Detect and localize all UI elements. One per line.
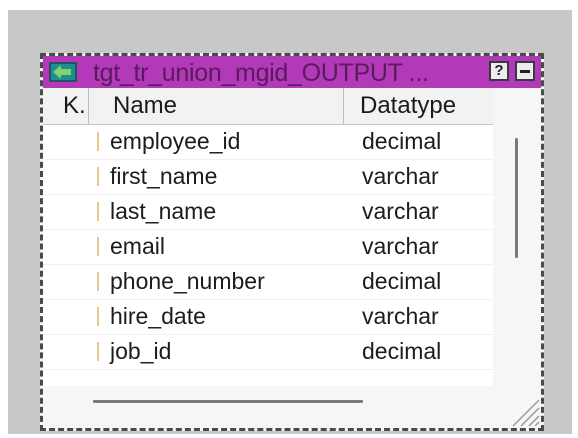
table-row[interactable]: job_id decimal xyxy=(43,334,493,370)
table-row[interactable]: last_name varchar xyxy=(43,194,493,230)
port-name: first_name xyxy=(110,163,218,189)
minimize-icon xyxy=(520,70,530,73)
port-name: job_id xyxy=(110,338,172,364)
widget-title-bar[interactable]: tgt_tr_union_mgid_OUTPUT ... ? xyxy=(43,56,541,88)
key-marker xyxy=(97,132,99,151)
table-row[interactable]: hire_date varchar xyxy=(43,299,493,335)
table-row[interactable]: phone_number decimal xyxy=(43,264,493,300)
key-marker xyxy=(97,307,99,326)
column-header-name[interactable]: Name xyxy=(89,88,344,124)
port-datatype: varchar xyxy=(362,233,439,259)
port-name: hire_date xyxy=(110,303,206,329)
port-name: phone_number xyxy=(110,268,265,294)
transformation-widget[interactable]: tgt_tr_union_mgid_OUTPUT ... ? K. Name D… xyxy=(40,53,544,431)
port-datatype: varchar xyxy=(362,303,439,329)
minimize-button[interactable] xyxy=(515,61,535,81)
port-datatype: decimal xyxy=(362,268,442,294)
table-row[interactable]: email varchar xyxy=(43,229,493,265)
widget-title: tgt_tr_union_mgid_OUTPUT ... xyxy=(93,59,429,87)
key-marker xyxy=(97,342,99,361)
vertical-scroll-thumb[interactable] xyxy=(515,138,518,258)
resize-grip-icon[interactable] xyxy=(505,392,541,428)
table-row[interactable]: employee_id decimal xyxy=(43,124,493,160)
key-marker xyxy=(97,167,99,186)
horizontal-scrollbar[interactable] xyxy=(43,386,493,426)
key-marker xyxy=(97,237,99,256)
help-button[interactable]: ? xyxy=(489,61,509,81)
target-definition-icon xyxy=(49,62,77,82)
grid-header: K. Name Datatype xyxy=(43,88,493,125)
key-marker xyxy=(97,202,99,221)
port-name: last_name xyxy=(110,198,217,224)
vertical-scrollbar[interactable] xyxy=(493,88,541,418)
horizontal-scroll-thumb[interactable] xyxy=(93,400,363,403)
designer-canvas: tgt_tr_union_mgid_OUTPUT ... ? K. Name D… xyxy=(8,10,572,434)
port-name: email xyxy=(110,233,165,259)
column-header-datatype[interactable]: Datatype xyxy=(344,88,493,124)
port-datatype: decimal xyxy=(362,128,442,154)
port-datatype: varchar xyxy=(362,163,439,189)
table-row[interactable]: first_name varchar xyxy=(43,159,493,195)
key-marker xyxy=(97,272,99,291)
ports-grid[interactable]: K. Name Datatype employee_id decimal fir… xyxy=(43,88,493,418)
column-header-key[interactable]: K. xyxy=(43,88,89,124)
port-datatype: varchar xyxy=(362,198,439,224)
port-name: employee_id xyxy=(110,128,241,154)
port-datatype: decimal xyxy=(362,338,442,364)
